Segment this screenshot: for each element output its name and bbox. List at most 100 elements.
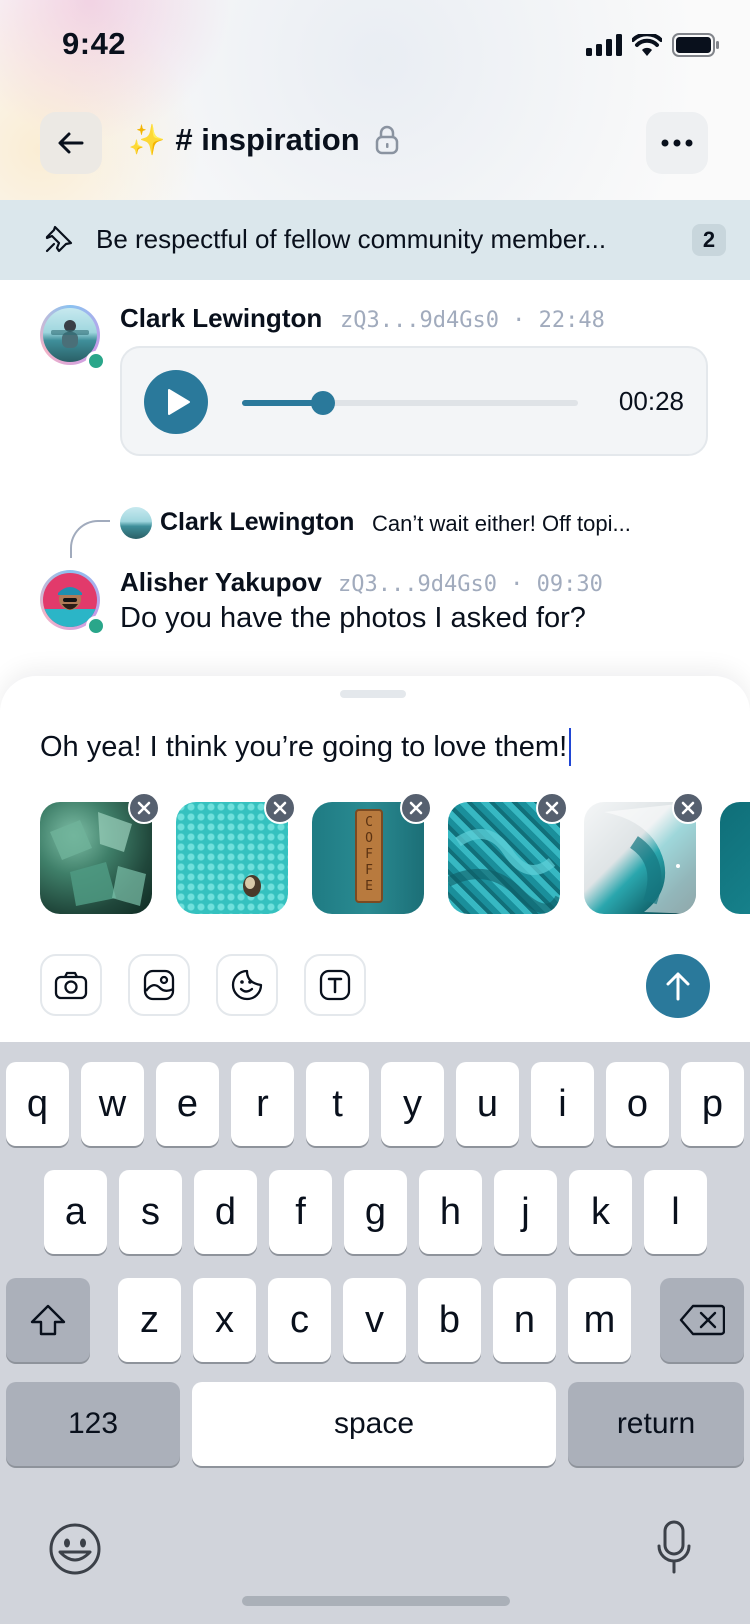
close-icon — [273, 801, 287, 815]
close-icon — [545, 801, 559, 815]
remove-attachment-button[interactable] — [128, 792, 160, 824]
camera-icon — [54, 971, 88, 1000]
battery-icon — [672, 33, 719, 57]
key-y[interactable]: y — [381, 1062, 444, 1146]
camera-button[interactable] — [40, 954, 102, 1016]
microphone-icon[interactable] — [656, 1520, 692, 1574]
key-s[interactable]: s — [119, 1170, 182, 1254]
composer-sheet: Oh yea! I think you’re going to love the… — [0, 676, 750, 1042]
sticker-icon — [231, 969, 263, 1001]
numbers-key[interactable]: 123 — [6, 1382, 180, 1466]
space-key[interactable]: space — [192, 1382, 556, 1466]
shift-icon — [30, 1304, 66, 1336]
text-format-icon — [319, 969, 351, 1001]
svg-text:F: F — [365, 863, 373, 878]
text-format-button[interactable] — [304, 954, 366, 1016]
gallery-icon — [143, 969, 175, 1001]
sparkles-icon: ✨ — [128, 123, 166, 157]
key-r[interactable]: r — [231, 1062, 294, 1146]
reply-author[interactable]: Clark Lewington — [160, 508, 354, 537]
key-z[interactable]: z — [118, 1278, 181, 1362]
key-t[interactable]: t — [306, 1062, 369, 1146]
key-w[interactable]: w — [81, 1062, 144, 1146]
key-l[interactable]: l — [644, 1170, 707, 1254]
pinned-count-badge: 2 — [692, 224, 726, 256]
emoji-keyboard-icon[interactable] — [48, 1522, 102, 1576]
key-b[interactable]: b — [418, 1278, 481, 1362]
key-n[interactable]: n — [493, 1278, 556, 1362]
online-status-dot — [86, 616, 106, 636]
reply-preview[interactable]: Can’t wait either! Off topi... — [372, 511, 631, 537]
message-input-text: Oh yea! I think you’re going to love the… — [40, 730, 568, 763]
key-k[interactable]: k — [569, 1170, 632, 1254]
audio-message: 00:28 — [120, 346, 708, 456]
play-icon — [167, 389, 190, 415]
status-time: 9:42 — [62, 26, 127, 61]
svg-text:E: E — [365, 879, 373, 894]
svg-text:C: C — [365, 815, 373, 830]
remove-attachment-button[interactable] — [400, 792, 432, 824]
audio-progress-track[interactable] — [242, 391, 578, 415]
close-icon — [137, 801, 151, 815]
message-meta: zQ3...9d4Gs0 · 09:30 — [338, 572, 603, 597]
key-u[interactable]: u — [456, 1062, 519, 1146]
channel-name: # inspiration — [175, 122, 360, 157]
attachment-thumbnail[interactable] — [720, 802, 750, 914]
delete-key[interactable] — [660, 1278, 744, 1362]
key-c[interactable]: c — [268, 1278, 331, 1362]
audio-duration: 00:28 — [618, 386, 684, 416]
more-horizontal-icon — [661, 139, 693, 147]
arrow-left-icon — [58, 132, 84, 154]
key-v[interactable]: v — [343, 1278, 406, 1362]
send-button[interactable] — [646, 954, 710, 1018]
message-author[interactable]: Clark Lewington — [120, 303, 322, 334]
key-j[interactable]: j — [494, 1170, 557, 1254]
signal-icon — [586, 34, 622, 56]
more-options-button[interactable] — [646, 112, 708, 174]
key-p[interactable]: p — [681, 1062, 744, 1146]
message-input[interactable]: Oh yea! I think you’re going to love the… — [40, 728, 572, 766]
audio-scrubber[interactable] — [310, 391, 335, 415]
key-a[interactable]: a — [44, 1170, 107, 1254]
sticker-button[interactable] — [216, 954, 278, 1016]
shift-key[interactable] — [6, 1278, 90, 1362]
remove-attachment-button[interactable] — [536, 792, 568, 824]
key-h[interactable]: h — [419, 1170, 482, 1254]
online-status-dot — [86, 351, 106, 371]
key-d[interactable]: d — [194, 1170, 257, 1254]
key-m[interactable]: m — [568, 1278, 631, 1362]
svg-text:F: F — [365, 847, 373, 862]
arrow-up-icon — [666, 972, 690, 1001]
play-button[interactable] — [144, 370, 208, 434]
remove-attachment-button[interactable] — [264, 792, 296, 824]
message-author[interactable]: Alisher Yakupov — [120, 567, 322, 598]
key-o[interactable]: o — [606, 1062, 669, 1146]
key-q[interactable]: q — [6, 1062, 69, 1146]
channel-title: ✨ # inspiration — [128, 122, 400, 158]
gallery-button[interactable] — [128, 954, 190, 1016]
sheet-grabber[interactable] — [340, 690, 406, 698]
lock-icon — [375, 125, 398, 155]
key-x[interactable]: x — [193, 1278, 256, 1362]
home-indicator — [242, 1596, 510, 1606]
pinned-message-bar[interactable]: Be respectful of fellow community member… — [0, 200, 750, 280]
text-caret — [569, 728, 572, 766]
return-key[interactable]: return — [568, 1382, 744, 1466]
remove-attachment-button[interactable] — [672, 792, 704, 824]
pinned-text: Be respectful of fellow community member… — [96, 224, 607, 254]
backspace-icon — [679, 1304, 725, 1336]
key-g[interactable]: g — [344, 1170, 407, 1254]
status-icons — [586, 30, 720, 60]
reply-avatar — [120, 507, 152, 539]
key-i[interactable]: i — [531, 1062, 594, 1146]
key-e[interactable]: e — [156, 1062, 219, 1146]
close-icon — [409, 801, 423, 815]
message-meta: zQ3...9d4Gs0 · 22:48 — [340, 308, 605, 333]
pin-icon — [45, 225, 73, 253]
back-button[interactable] — [40, 112, 102, 174]
svg-text:O: O — [365, 831, 373, 846]
message-text: Do you have the photos I asked for? — [120, 602, 586, 634]
key-f[interactable]: f — [269, 1170, 332, 1254]
keyboard: qwertyuiop asdfghjkl zxcvbnm 123 space r… — [0, 1042, 750, 1624]
wifi-icon — [632, 34, 662, 56]
